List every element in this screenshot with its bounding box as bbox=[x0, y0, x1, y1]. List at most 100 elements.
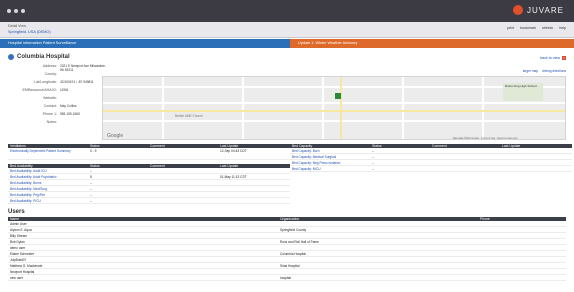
cell-comment bbox=[148, 168, 218, 173]
table-row: Bed Capacity: NICU -- bbox=[290, 166, 572, 172]
title-bar: JUVARE bbox=[0, 0, 574, 22]
row-label-link[interactable]: Bed Availability: Burns bbox=[8, 180, 88, 185]
cell-organization bbox=[278, 233, 478, 238]
cell-last-update bbox=[218, 168, 290, 173]
info-row: Notes: bbox=[8, 120, 108, 128]
table-row[interactable]: new user hospital bbox=[8, 275, 566, 281]
info-value: 555-155-1565 bbox=[60, 112, 80, 116]
info-label: Lat/Longitude: bbox=[34, 80, 57, 84]
cell-organization: Sinai Hospital bbox=[280, 264, 300, 268]
google-logo: Google bbox=[107, 133, 123, 139]
cell-status: -- bbox=[90, 169, 93, 173]
close-dot-icon[interactable] bbox=[7, 9, 11, 13]
row-label-link[interactable]: Bed Capacity: NICU bbox=[290, 166, 370, 171]
cell-comment bbox=[430, 154, 500, 159]
info-row: Contact: May Collins bbox=[8, 104, 108, 112]
cell-last-update bbox=[218, 192, 290, 197]
cell-status: -- bbox=[372, 167, 375, 171]
hospital-pin-icon[interactable] bbox=[335, 93, 341, 99]
cell-name: Alyson E. Aqua bbox=[10, 228, 32, 232]
help-button[interactable]: help bbox=[559, 26, 566, 30]
info-label: County: bbox=[44, 72, 57, 76]
cell-name: Bob Dylan bbox=[10, 240, 25, 244]
juvare-logo-icon bbox=[513, 5, 524, 15]
row-label-link[interactable]: Bed Availability: Med/Surg bbox=[8, 186, 88, 191]
cell-phone bbox=[478, 239, 566, 244]
cell-comment bbox=[148, 174, 218, 179]
larger-map-link[interactable]: larger map bbox=[523, 69, 538, 73]
weather-advisory-banner[interactable]: Update 1: Winter Weather Advisory bbox=[290, 39, 574, 48]
table-row: Bed Availability: PICU -- bbox=[8, 198, 290, 204]
cell-name: JulyBuild07 bbox=[10, 258, 27, 262]
cell-status: -- bbox=[90, 199, 93, 203]
window-controls[interactable] bbox=[7, 9, 25, 13]
cell-phone bbox=[478, 269, 566, 274]
info-value: 2321 E Newport Ave Milwaukee, WI 53211 bbox=[60, 64, 106, 72]
row-label-link[interactable]: Bed Capacity: Medical Surgical bbox=[290, 154, 370, 159]
cell-phone bbox=[478, 221, 566, 226]
hospital-icon bbox=[8, 54, 14, 60]
cell-comment bbox=[148, 148, 218, 159]
info-row: County: bbox=[8, 72, 108, 80]
map-church-label: Bethel AME Church bbox=[175, 114, 203, 118]
cell-phone bbox=[478, 227, 566, 232]
cell-status: -- bbox=[90, 187, 93, 191]
row-label-link[interactable]: Electronically Dependent Patient Summary bbox=[8, 148, 88, 159]
info-label: Notes: bbox=[46, 120, 57, 124]
hospital-header: Columbia Hospital bbox=[8, 54, 70, 60]
cell-comment bbox=[148, 198, 218, 203]
cell-organization bbox=[278, 245, 478, 250]
bookmark-button[interactable]: bookmark bbox=[520, 26, 536, 30]
cell-name: Matthew G. Mackenzie bbox=[10, 264, 43, 268]
row-label-link[interactable]: Bed Availability: PICU bbox=[8, 198, 88, 203]
print-button[interactable]: print bbox=[507, 26, 514, 30]
cell-last-update: 01-May 11:13 CST bbox=[220, 175, 247, 179]
detail-header: Detail View Springfield, USA (DEMO) prin… bbox=[0, 22, 574, 38]
map[interactable]: Rufus King High School Bethel AME Church… bbox=[102, 76, 566, 140]
breadcrumb-location[interactable]: Springfield, USA (DEMO) bbox=[8, 30, 51, 34]
row-label-link[interactable]: Bed Availability: Peg/Fire bbox=[8, 192, 88, 197]
info-label: EMResource/AHA ID: bbox=[22, 88, 57, 92]
cell-comment bbox=[148, 180, 218, 185]
table-row: Electronically Dependent Patient Summary… bbox=[8, 148, 290, 160]
surveillance-banner[interactable]: Hospital Information Patient Surveillanc… bbox=[0, 39, 290, 48]
row-label-link[interactable]: Bed Availability: Adult ICU bbox=[8, 168, 88, 173]
back-to-view-link[interactable]: back to view × bbox=[540, 56, 566, 60]
cell-last-update bbox=[500, 148, 572, 153]
cell-name: demo user bbox=[10, 246, 26, 250]
row-label-link[interactable]: Bed Capacity: Burn bbox=[290, 148, 370, 153]
cell-comment bbox=[430, 160, 500, 165]
cell-comment bbox=[148, 192, 218, 197]
zoom-dot-icon[interactable] bbox=[21, 9, 25, 13]
cell-organization: hospital bbox=[280, 276, 291, 280]
cell-comment bbox=[430, 166, 500, 171]
map-links: larger map driving directions bbox=[523, 69, 566, 73]
toolbar: print bookmark refresh help bbox=[507, 26, 566, 30]
info-row: EMResource/AHA ID: 11961 bbox=[8, 88, 108, 96]
cell-organization: Springfield County bbox=[280, 228, 307, 232]
cell-comment bbox=[430, 148, 500, 153]
cell-organization bbox=[278, 221, 478, 226]
brand-name: JUVARE bbox=[527, 5, 564, 15]
map-school-label: Rufus King High School bbox=[505, 84, 537, 88]
row-label-link[interactable]: Bed Availability: Adult Psychiatric bbox=[8, 174, 88, 179]
breadcrumb-detail: Detail View bbox=[8, 24, 26, 28]
ventilators-table: Ventilators Status Comment Last Update E… bbox=[8, 144, 290, 160]
cell-last-update bbox=[218, 180, 290, 185]
row-label-link[interactable]: Bed Capacity: Neg Press Isolation bbox=[290, 160, 370, 165]
cell-last-update bbox=[500, 166, 572, 171]
info-value: 43.063474 / -87.949811 bbox=[60, 80, 94, 84]
cell-last-update bbox=[500, 154, 572, 159]
map-attribution[interactable]: Map data ©2019 Google · Terms of Use · R… bbox=[453, 137, 518, 140]
minimize-dot-icon[interactable] bbox=[14, 9, 18, 13]
driving-directions-link[interactable]: driving directions bbox=[542, 69, 566, 73]
brand: JUVARE bbox=[513, 5, 564, 15]
map-canvas: Rufus King High School Bethel AME Church… bbox=[103, 77, 565, 140]
cell-name: Elaine Schneider bbox=[10, 252, 35, 256]
refresh-button[interactable]: refresh bbox=[542, 26, 553, 30]
cell-phone bbox=[478, 257, 566, 262]
close-icon[interactable]: × bbox=[562, 56, 566, 60]
cell-name: Billy Stream bbox=[10, 234, 28, 238]
hospital-title: Columbia Hospital bbox=[17, 54, 70, 60]
cell-phone bbox=[478, 251, 566, 256]
